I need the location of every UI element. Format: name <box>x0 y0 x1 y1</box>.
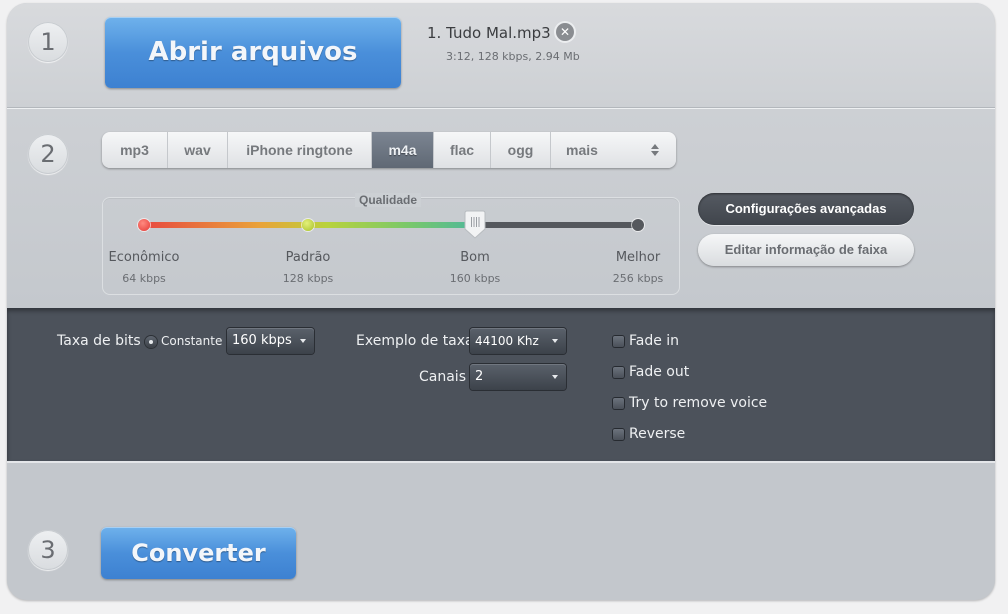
bitrate-constant-radio[interactable] <box>145 336 157 348</box>
tab-mp3[interactable]: mp3 <box>102 132 168 168</box>
remove-voice-checkbox[interactable] <box>613 398 624 409</box>
advanced-settings-panel: Taxa de bits Constante 160 kbps Exemplo … <box>7 308 995 463</box>
channels-label: Canais <box>419 369 466 385</box>
bitrate-select-value: 160 kbps <box>232 333 292 348</box>
bitrate-select[interactable]: 160 kbps <box>227 328 314 354</box>
quality-title: Qualidade <box>355 193 422 207</box>
bitrate-label: Taxa de bits <box>57 333 141 349</box>
channels-select-value: 2 <box>475 369 484 384</box>
step-number-2: 2 <box>28 134 68 174</box>
up-down-arrows-icon <box>651 144 659 156</box>
file-name: 1. Tudo Mal.mp3 <box>427 24 551 42</box>
step-number-3: 3 <box>28 530 68 570</box>
sample-rate-label: Exemplo de taxa <box>356 333 474 349</box>
step-3-section: 3 Converter <box>7 463 995 600</box>
step-1-section: 1 Abrir arquivos 1. Tudo Mal.mp3 ✕ 3:12,… <box>7 3 995 108</box>
bitrate-constant-label: Constante <box>161 334 223 348</box>
quality-label-melhor: Melhor <box>615 250 661 265</box>
tab-more[interactable]: mais <box>551 132 676 168</box>
quality-stop-melhor[interactable] <box>632 219 644 231</box>
quality-slider-thumb[interactable] <box>464 210 486 240</box>
tab-wav[interactable]: wav <box>168 132 228 168</box>
chevron-down-icon <box>552 375 558 379</box>
close-circle-icon[interactable]: ✕ <box>556 23 574 41</box>
quality-bitrate-padrao: 128 kbps <box>282 272 334 285</box>
tab-iphone-ringtone[interactable]: iPhone ringtone <box>228 132 372 168</box>
quality-label-padrao: Padrão <box>285 250 331 265</box>
advanced-settings-button[interactable]: Configurações avançadas <box>698 193 914 225</box>
channels-select[interactable]: 2 <box>470 364 566 390</box>
edit-track-info-button[interactable]: Editar informação de faixa <box>698 234 914 266</box>
convert-button[interactable]: Converter <box>101 527 296 579</box>
step-2-section: 2 mp3 wav iPhone ringtone m4a flac ogg m… <box>7 108 995 309</box>
tab-more-label: mais <box>566 142 598 158</box>
quality-bitrate-economico: 64 kbps <box>122 272 166 285</box>
converter-panel: 1 Abrir arquivos 1. Tudo Mal.mp3 ✕ 3:12,… <box>7 3 995 600</box>
sample-rate-select[interactable]: 44100 Khz <box>470 328 566 354</box>
tab-ogg[interactable]: ogg <box>491 132 551 168</box>
reverse-label[interactable]: Reverse <box>629 426 685 442</box>
quality-stop-economico[interactable] <box>138 219 150 231</box>
step-number-1: 1 <box>28 22 68 62</box>
quality-label-economico: Econômico <box>108 250 180 265</box>
reverse-checkbox[interactable] <box>613 429 624 440</box>
fade-in-checkbox[interactable] <box>613 336 624 347</box>
fade-out-checkbox[interactable] <box>613 367 624 378</box>
format-tabs: mp3 wav iPhone ringtone m4a flac ogg mai… <box>102 132 676 168</box>
fade-out-label[interactable]: Fade out <box>629 364 689 380</box>
quality-label-bom: Bom <box>460 250 490 265</box>
open-files-button[interactable]: Abrir arquivos <box>105 17 401 88</box>
quality-bitrate-melhor: 256 kbps <box>612 272 664 285</box>
quality-bitrate-bom: 160 kbps <box>449 272 501 285</box>
quality-slider-track[interactable] <box>145 222 639 228</box>
tab-flac[interactable]: flac <box>434 132 491 168</box>
quality-stop-padrao[interactable] <box>302 219 314 231</box>
tab-m4a[interactable]: m4a <box>372 132 434 168</box>
file-meta: 3:12, 128 kbps, 2.94 Mb <box>446 50 580 63</box>
remove-voice-label[interactable]: Try to remove voice <box>629 395 767 411</box>
chevron-down-icon <box>552 339 558 343</box>
chevron-down-icon <box>300 339 306 343</box>
fade-in-label[interactable]: Fade in <box>629 333 679 349</box>
sample-rate-select-value: 44100 Khz <box>475 334 539 348</box>
